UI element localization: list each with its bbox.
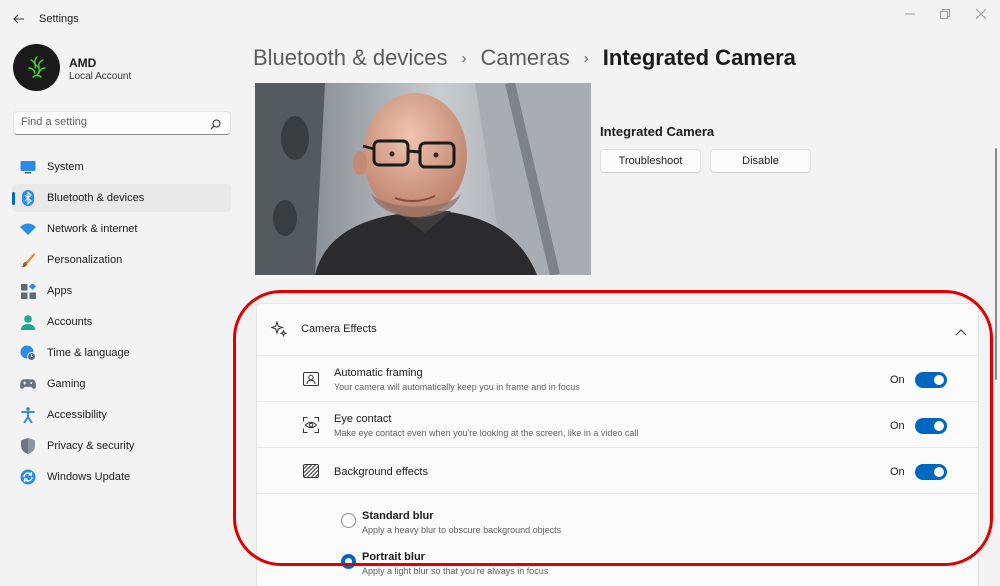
standard-blur-description: Apply a heavy blur to obscure background… [362, 525, 562, 535]
camera-name: Integrated Camera [600, 124, 715, 139]
search-icon[interactable] [210, 117, 221, 135]
sidebar-item-gaming[interactable]: Gaming [12, 370, 231, 398]
eye-contact-toggle[interactable] [915, 418, 947, 434]
sidebar-item-label: Privacy & security [47, 440, 135, 452]
chevron-right-icon: › [461, 49, 467, 67]
sidebar-item-personalization[interactable]: Personalization [12, 246, 231, 274]
sidebar-item-label: Network & internet [47, 223, 138, 235]
account-name: AMD [69, 56, 97, 70]
breadcrumb-cameras[interactable]: Cameras [480, 45, 569, 71]
background-effects-toggle[interactable] [915, 464, 947, 480]
camera-effects-title: Camera Effects [301, 323, 377, 335]
background-effects-title: Background effects [334, 466, 428, 478]
portrait-blur-radio[interactable] [341, 554, 356, 569]
brush-icon [20, 252, 36, 268]
sidebar-item-label: Bluetooth & devices [47, 192, 145, 204]
sparkle-icon [270, 320, 288, 338]
standard-blur-radio[interactable] [341, 513, 356, 528]
sidebar-item-accessibility[interactable]: Accessibility [12, 401, 231, 429]
razer-logo-icon [27, 55, 46, 78]
chevron-up-icon[interactable] [955, 323, 967, 341]
sidebar-item-windows-update[interactable]: Windows Update [12, 463, 231, 491]
sidebar-item-label: Accounts [47, 316, 93, 328]
portrait-blur-description: Apply a light blur so that you're always… [362, 566, 549, 576]
automatic-framing-row: Automatic framing Your camera will autom… [257, 355, 978, 401]
close-icon[interactable] [971, 6, 991, 22]
minimize-icon[interactable] [900, 6, 920, 22]
sidebar-item-apps[interactable]: Apps [12, 277, 231, 305]
toggle-state-label: On [890, 374, 905, 386]
bluetooth-icon [20, 190, 36, 206]
standard-blur-title: Standard blur [362, 510, 434, 522]
camera-preview [255, 83, 591, 275]
breadcrumb: Bluetooth & devices › Cameras › Integrat… [253, 45, 796, 71]
update-icon [20, 469, 36, 485]
toggle-state-label: On [890, 420, 905, 432]
sidebar-item-label: Gaming [47, 378, 86, 390]
apps-icon [20, 283, 36, 299]
controller-icon [20, 376, 36, 392]
system-icon [20, 159, 36, 175]
troubleshoot-button[interactable]: Troubleshoot [600, 149, 701, 173]
accessibility-icon [20, 407, 36, 423]
eye-contact-title: Eye contact [334, 413, 392, 425]
sidebar-item-bluetooth-devices[interactable]: Bluetooth & devices [12, 184, 231, 212]
sidebar-item-network[interactable]: Network & internet [12, 215, 231, 243]
automatic-framing-toggle[interactable] [915, 372, 947, 388]
search-input[interactable] [21, 116, 206, 128]
breadcrumb-bluetooth-devices[interactable]: Bluetooth & devices [253, 45, 447, 71]
search-box[interactable] [13, 111, 231, 135]
active-indicator [12, 192, 15, 205]
title-bar: Settings [0, 0, 1000, 38]
sidebar-item-label: System [47, 161, 84, 173]
page-title: Integrated Camera [602, 45, 796, 70]
account-type: Local Account [69, 71, 132, 82]
sidebar-item-time-language[interactable]: Time & language [12, 339, 231, 367]
sidebar-item-privacy-security[interactable]: Privacy & security [12, 432, 231, 460]
sidebar-item-label: Time & language [47, 347, 130, 359]
sidebar-item-label: Personalization [47, 254, 123, 266]
back-arrow-icon[interactable] [10, 10, 28, 28]
automatic-framing-description: Your camera will automatically keep you … [334, 382, 580, 392]
toggle-state-label: On [890, 466, 905, 478]
sidebar-item-accounts[interactable]: Accounts [12, 308, 231, 336]
background-effects-icon [302, 462, 320, 480]
sidebar-item-label: Apps [47, 285, 73, 297]
sidebar-item-label: Accessibility [47, 409, 107, 421]
sidebar-item-system[interactable]: System [12, 153, 231, 181]
scrollbar[interactable] [995, 148, 997, 380]
shield-icon [20, 438, 36, 454]
wifi-icon [20, 221, 36, 237]
sidebar-item-label: Windows Update [47, 471, 131, 483]
app-title: Settings [39, 13, 79, 25]
person-icon [20, 314, 36, 330]
framing-icon [302, 370, 320, 388]
restore-icon[interactable] [935, 6, 955, 22]
globe-clock-icon [20, 345, 36, 361]
background-effects-row: Background effects On [257, 447, 978, 493]
automatic-framing-title: Automatic framing [334, 367, 423, 379]
camera-effects-card: Camera Effects Automatic framing Your ca… [256, 303, 979, 586]
background-effects-options: Standard blur Apply a heavy blur to obsc… [257, 493, 978, 586]
eye-contact-row: Eye contact Make eye contact even when y… [257, 401, 978, 447]
chevron-right-icon: › [583, 49, 589, 67]
portrait-blur-title: Portrait blur [362, 551, 425, 563]
avatar[interactable] [13, 44, 60, 91]
disable-button[interactable]: Disable [710, 149, 811, 173]
eye-contact-icon [302, 416, 320, 434]
eye-contact-description: Make eye contact even when you're lookin… [334, 428, 639, 438]
camera-effects-header[interactable]: Camera Effects [257, 304, 978, 355]
